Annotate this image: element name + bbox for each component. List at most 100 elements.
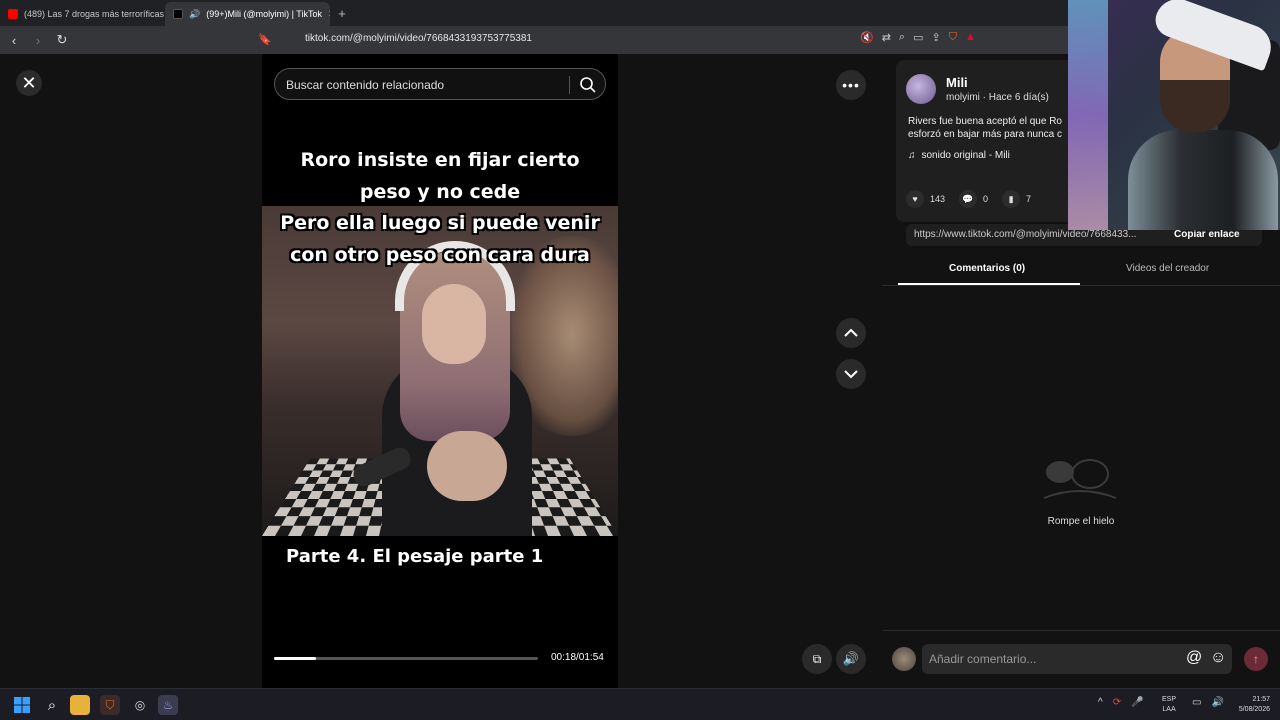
share-icon[interactable]: ⇪ bbox=[932, 31, 941, 44]
tiktok-icon bbox=[173, 9, 183, 19]
brave-rewards-icon[interactable]: ▲ bbox=[965, 31, 976, 44]
toolbar-extensions: 🔇 ⇄ ⌕ ▭ ⇪ ⛉ ▲ bbox=[860, 31, 976, 44]
forward-icon[interactable]: › bbox=[28, 33, 48, 48]
streamer-shirt bbox=[1128, 130, 1278, 230]
previous-video-button[interactable] bbox=[836, 318, 866, 348]
comment-placeholder: Añadir comentario... bbox=[929, 652, 1037, 666]
lang-layout: LAA bbox=[1162, 706, 1176, 713]
save-count: 7 bbox=[1026, 194, 1032, 204]
browser-tab-tiktok[interactable]: 🔊 (99+)Mili (@molyimi) | TikTok ✕ bbox=[165, 2, 330, 26]
emoji-icon[interactable]: ☺ bbox=[1210, 649, 1226, 667]
like-button[interactable]: ♥ 143 bbox=[906, 190, 945, 208]
network-icon[interactable]: ▭ bbox=[1192, 697, 1201, 708]
comment-button[interactable]: 💬 0 bbox=[959, 190, 988, 208]
chevron-up-icon bbox=[844, 328, 858, 337]
bookmark-icon[interactable]: 🔖 bbox=[258, 33, 272, 46]
steam-icon[interactable]: ♨ bbox=[158, 695, 178, 715]
send-comment-button[interactable]: ↑ bbox=[1244, 647, 1268, 671]
new-tab-button[interactable]: + bbox=[330, 2, 354, 26]
back-icon[interactable]: ‹ bbox=[4, 33, 24, 48]
clock-date: 5/08/2026 bbox=[1238, 706, 1270, 713]
like-count: 143 bbox=[930, 194, 946, 204]
cast-icon[interactable]: ▭ bbox=[913, 31, 923, 44]
sound-name: sonido original - Mili bbox=[921, 150, 1010, 161]
chevron-up-icon[interactable]: ^ bbox=[1098, 697, 1103, 708]
youtube-icon bbox=[8, 9, 18, 19]
video-time: 00:18/01:54 bbox=[551, 652, 604, 663]
tab-comments[interactable]: Comentarios (0) bbox=[949, 263, 1025, 274]
system-tray-right: ▭ 🔊 bbox=[1192, 697, 1224, 708]
music-note-icon: ♫ bbox=[908, 150, 916, 161]
translate-icon[interactable]: ⇄ bbox=[882, 31, 891, 44]
volume-icon[interactable]: 🔊 bbox=[1211, 697, 1223, 708]
video-player[interactable]: Buscar contenido relacionado Roro insist… bbox=[262, 54, 618, 688]
microphone-icon[interactable]: 🎤 bbox=[1131, 697, 1143, 708]
video-progress-fill bbox=[274, 657, 317, 660]
video-caption-line: Pero ella luego si puede venir bbox=[280, 212, 600, 234]
creator-handle[interactable]: molyimi · Hace 6 día(s) bbox=[946, 92, 1049, 103]
pip-icon: ⧉ bbox=[812, 651, 822, 666]
video-caption-bottom: Parte 4. El pesaje parte 1 bbox=[286, 546, 544, 567]
language-indicator[interactable]: ESP LAA bbox=[1162, 695, 1176, 715]
tab-title: (489) Las 7 drogas más terroríficas de bbox=[24, 9, 165, 19]
tab-title: (99+)Mili (@molyimi) | TikTok bbox=[206, 9, 322, 19]
lang-code: ESP bbox=[1162, 696, 1177, 703]
next-video-button[interactable] bbox=[836, 359, 866, 389]
sync-icon[interactable]: ⟳ bbox=[1113, 697, 1121, 708]
comment-input[interactable]: Añadir comentario... @ ☺ bbox=[922, 644, 1232, 674]
panel-tabs: Comentarios (0) Videos del creador bbox=[882, 254, 1280, 286]
related-search-input[interactable]: Buscar contenido relacionado bbox=[274, 68, 606, 100]
more-options-button[interactable]: ••• bbox=[836, 70, 866, 100]
video-caption-line: con otro peso con cara dura bbox=[290, 244, 590, 266]
video-caption-line: peso y no cede bbox=[359, 181, 521, 203]
clock-time: 21:57 bbox=[1252, 696, 1270, 703]
comment-count: 0 bbox=[983, 194, 989, 204]
save-button[interactable]: ▮ 7 bbox=[1002, 190, 1031, 208]
brave-browser-icon[interactable]: ⛉ bbox=[100, 695, 120, 715]
windows-taskbar: ⌕ ⛉ ◎ ♨ ^ ⟳ 🎤 ESP LAA ▭ 🔊 21:57 5/08/202… bbox=[0, 688, 1280, 720]
mute-icon[interactable]: 🔇 bbox=[860, 31, 874, 44]
creator-avatar[interactable] bbox=[906, 74, 936, 104]
windows-start-icon[interactable] bbox=[12, 695, 32, 715]
search-icon[interactable] bbox=[579, 76, 597, 94]
speaker-icon: 🔊 bbox=[189, 8, 201, 19]
sound-link[interactable]: ♫ sonido original - Mili bbox=[908, 150, 1010, 161]
active-tab-indicator bbox=[898, 283, 1080, 285]
system-tray: ^ ⟳ 🎤 bbox=[1098, 697, 1144, 708]
bookmark-icon: ▮ bbox=[1002, 190, 1021, 208]
volume-icon: 🔊 bbox=[842, 651, 860, 666]
search-icon[interactable]: ⌕ bbox=[42, 695, 62, 715]
video-caption-line: Roro insiste en fijar cierto bbox=[300, 149, 580, 171]
close-video-button[interactable]: ✕ bbox=[16, 70, 42, 96]
engagement-stats: ♥ 143 💬 0 ▮ 7 bbox=[906, 190, 1031, 208]
user-avatar bbox=[892, 647, 916, 671]
comment-composer: Añadir comentario... @ ☺ ↑ bbox=[882, 630, 1280, 688]
chat-bubbles-icon bbox=[1043, 459, 1117, 499]
tab-creator-videos[interactable]: Videos del creador bbox=[1126, 263, 1209, 274]
search-placeholder: Buscar contenido relacionado bbox=[286, 78, 445, 92]
mention-icon[interactable]: @ bbox=[1186, 649, 1202, 667]
rgb-light bbox=[1068, 0, 1108, 230]
brave-shield-icon[interactable]: ⛉ bbox=[949, 31, 957, 44]
chevron-down-icon bbox=[844, 370, 858, 379]
browser-tab-youtube[interactable]: (489) Las 7 drogas más terroríficas de bbox=[0, 2, 165, 26]
obs-icon[interactable]: ◎ bbox=[130, 695, 150, 715]
streamer-hands bbox=[427, 431, 507, 501]
video-progress-bar[interactable] bbox=[274, 657, 538, 660]
streamer-webcam bbox=[1068, 0, 1280, 230]
creator-name[interactable]: Mili bbox=[946, 75, 968, 90]
search-divider bbox=[569, 76, 570, 94]
share-link-url[interactable]: https://www.tiktok.com/@molyimi/video/76… bbox=[914, 229, 1164, 240]
copy-link-button[interactable]: Copiar enlace bbox=[1174, 229, 1240, 240]
zoom-icon[interactable]: ⌕ bbox=[899, 31, 905, 44]
reload-icon[interactable]: ↻ bbox=[52, 32, 72, 48]
empty-comments-text: Rompe el hielo bbox=[1047, 516, 1115, 527]
file-explorer-icon[interactable] bbox=[70, 695, 90, 715]
post-description: Rivers fue buena aceptó el que Ro esforz… bbox=[908, 116, 1062, 140]
volume-button[interactable]: 🔊 bbox=[836, 644, 866, 674]
comment-icon: 💬 bbox=[959, 190, 978, 208]
pip-button[interactable]: ⧉ bbox=[802, 644, 832, 674]
clock[interactable]: 21:57 5/08/2026 bbox=[1226, 695, 1270, 715]
address-bar-url[interactable]: tiktok.com/@molyimi/video/76684331937537… bbox=[305, 33, 532, 44]
heart-icon: ♥ bbox=[906, 190, 924, 208]
